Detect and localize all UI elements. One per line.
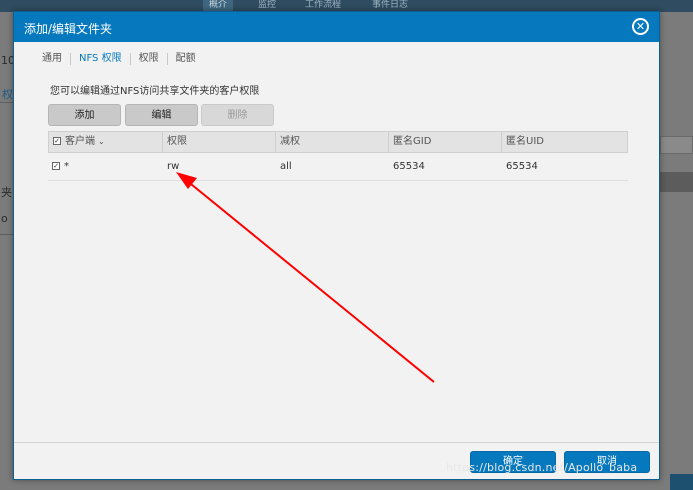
arrow-line bbox=[185, 179, 435, 383]
annotation-arrow bbox=[176, 172, 435, 383]
watermark-text: https://blog.csdn.net/Apollo_baba bbox=[446, 461, 638, 474]
